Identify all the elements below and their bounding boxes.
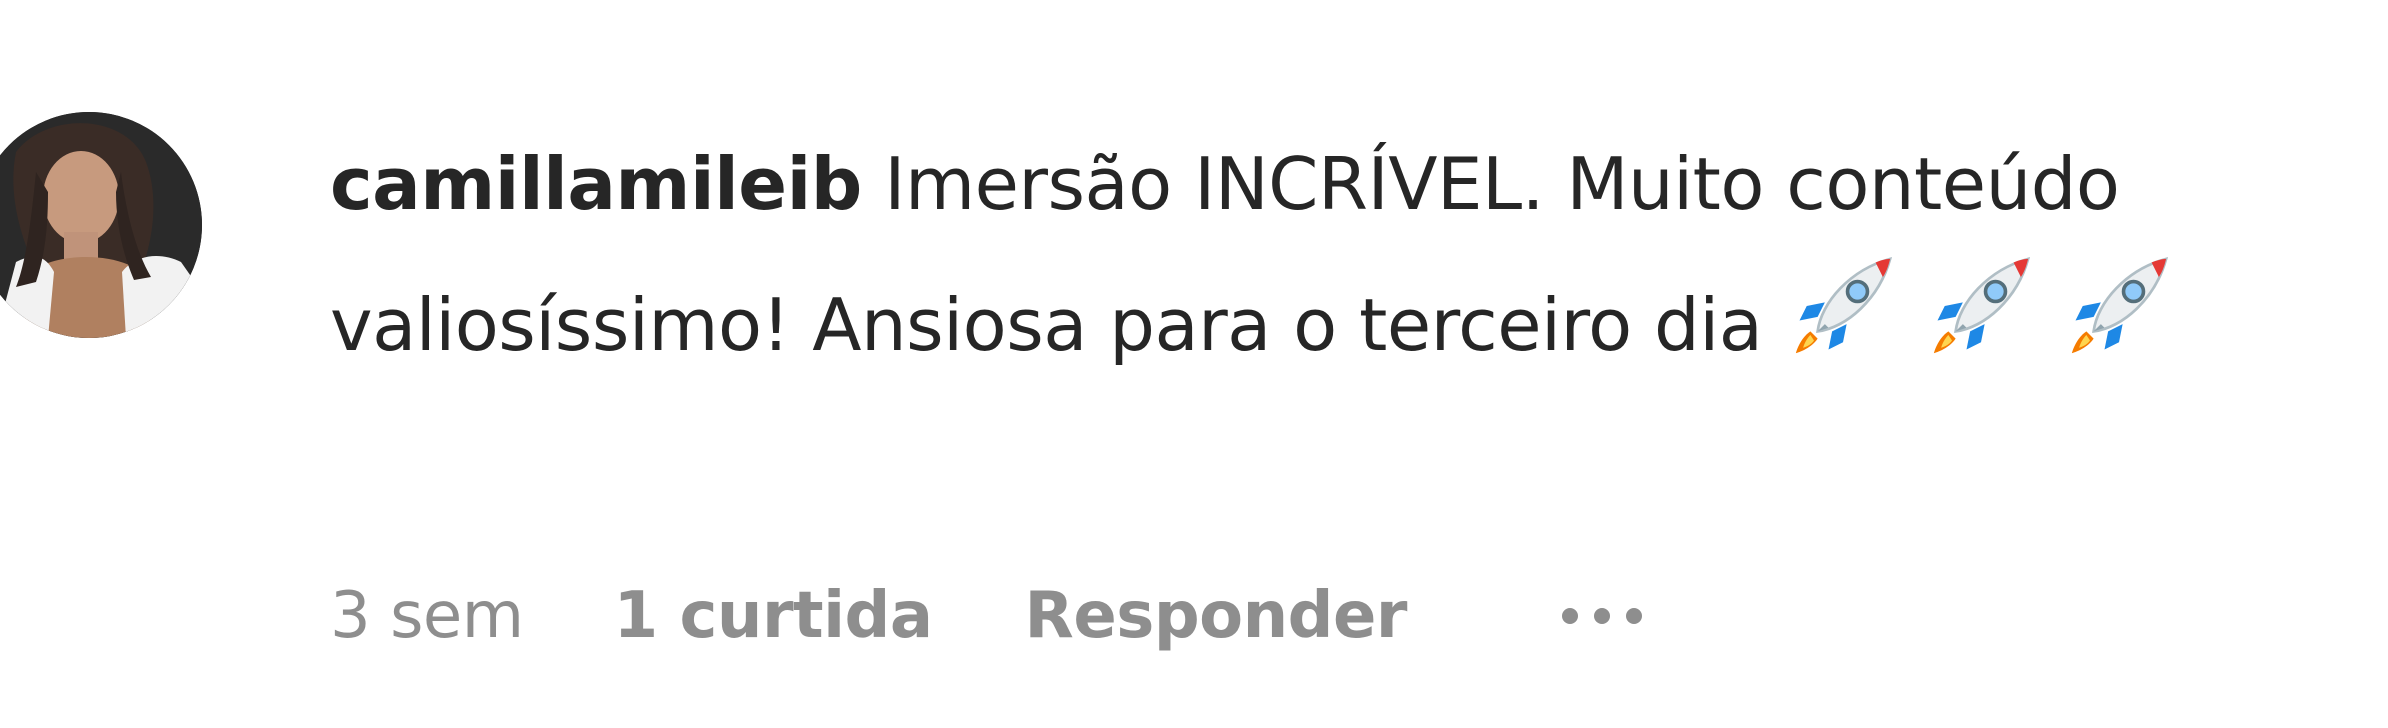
comment-body: camillamileib Imersão INCRÍVEL. Muito co… — [330, 120, 2380, 389]
avatar[interactable] — [0, 112, 202, 338]
comment-timestamp[interactable]: 3 sem — [330, 579, 524, 653]
reply-button[interactable]: Responder — [1025, 579, 1408, 653]
rocket-icon — [1785, 248, 1901, 364]
comment-meta: 3 sem 1 curtida Responder — [330, 566, 1642, 666]
comment-item: camillamileib Imersão INCRÍVEL. Muito co… — [0, 0, 2388, 728]
rocket-icon — [1923, 248, 2039, 364]
more-dot-icon — [1593, 608, 1610, 624]
avatar-photo — [0, 112, 202, 338]
more-dot-icon — [1625, 608, 1642, 624]
likes-count-link[interactable]: 1 curtida — [614, 579, 933, 653]
rocket-icon — [2061, 248, 2177, 364]
more-dot-icon — [1561, 608, 1578, 624]
username-link[interactable]: camillamileib — [330, 142, 862, 226]
more-options-button[interactable] — [1561, 598, 1642, 634]
comment-text-block: camillamileib Imersão INCRÍVEL. Muito co… — [330, 120, 2380, 389]
